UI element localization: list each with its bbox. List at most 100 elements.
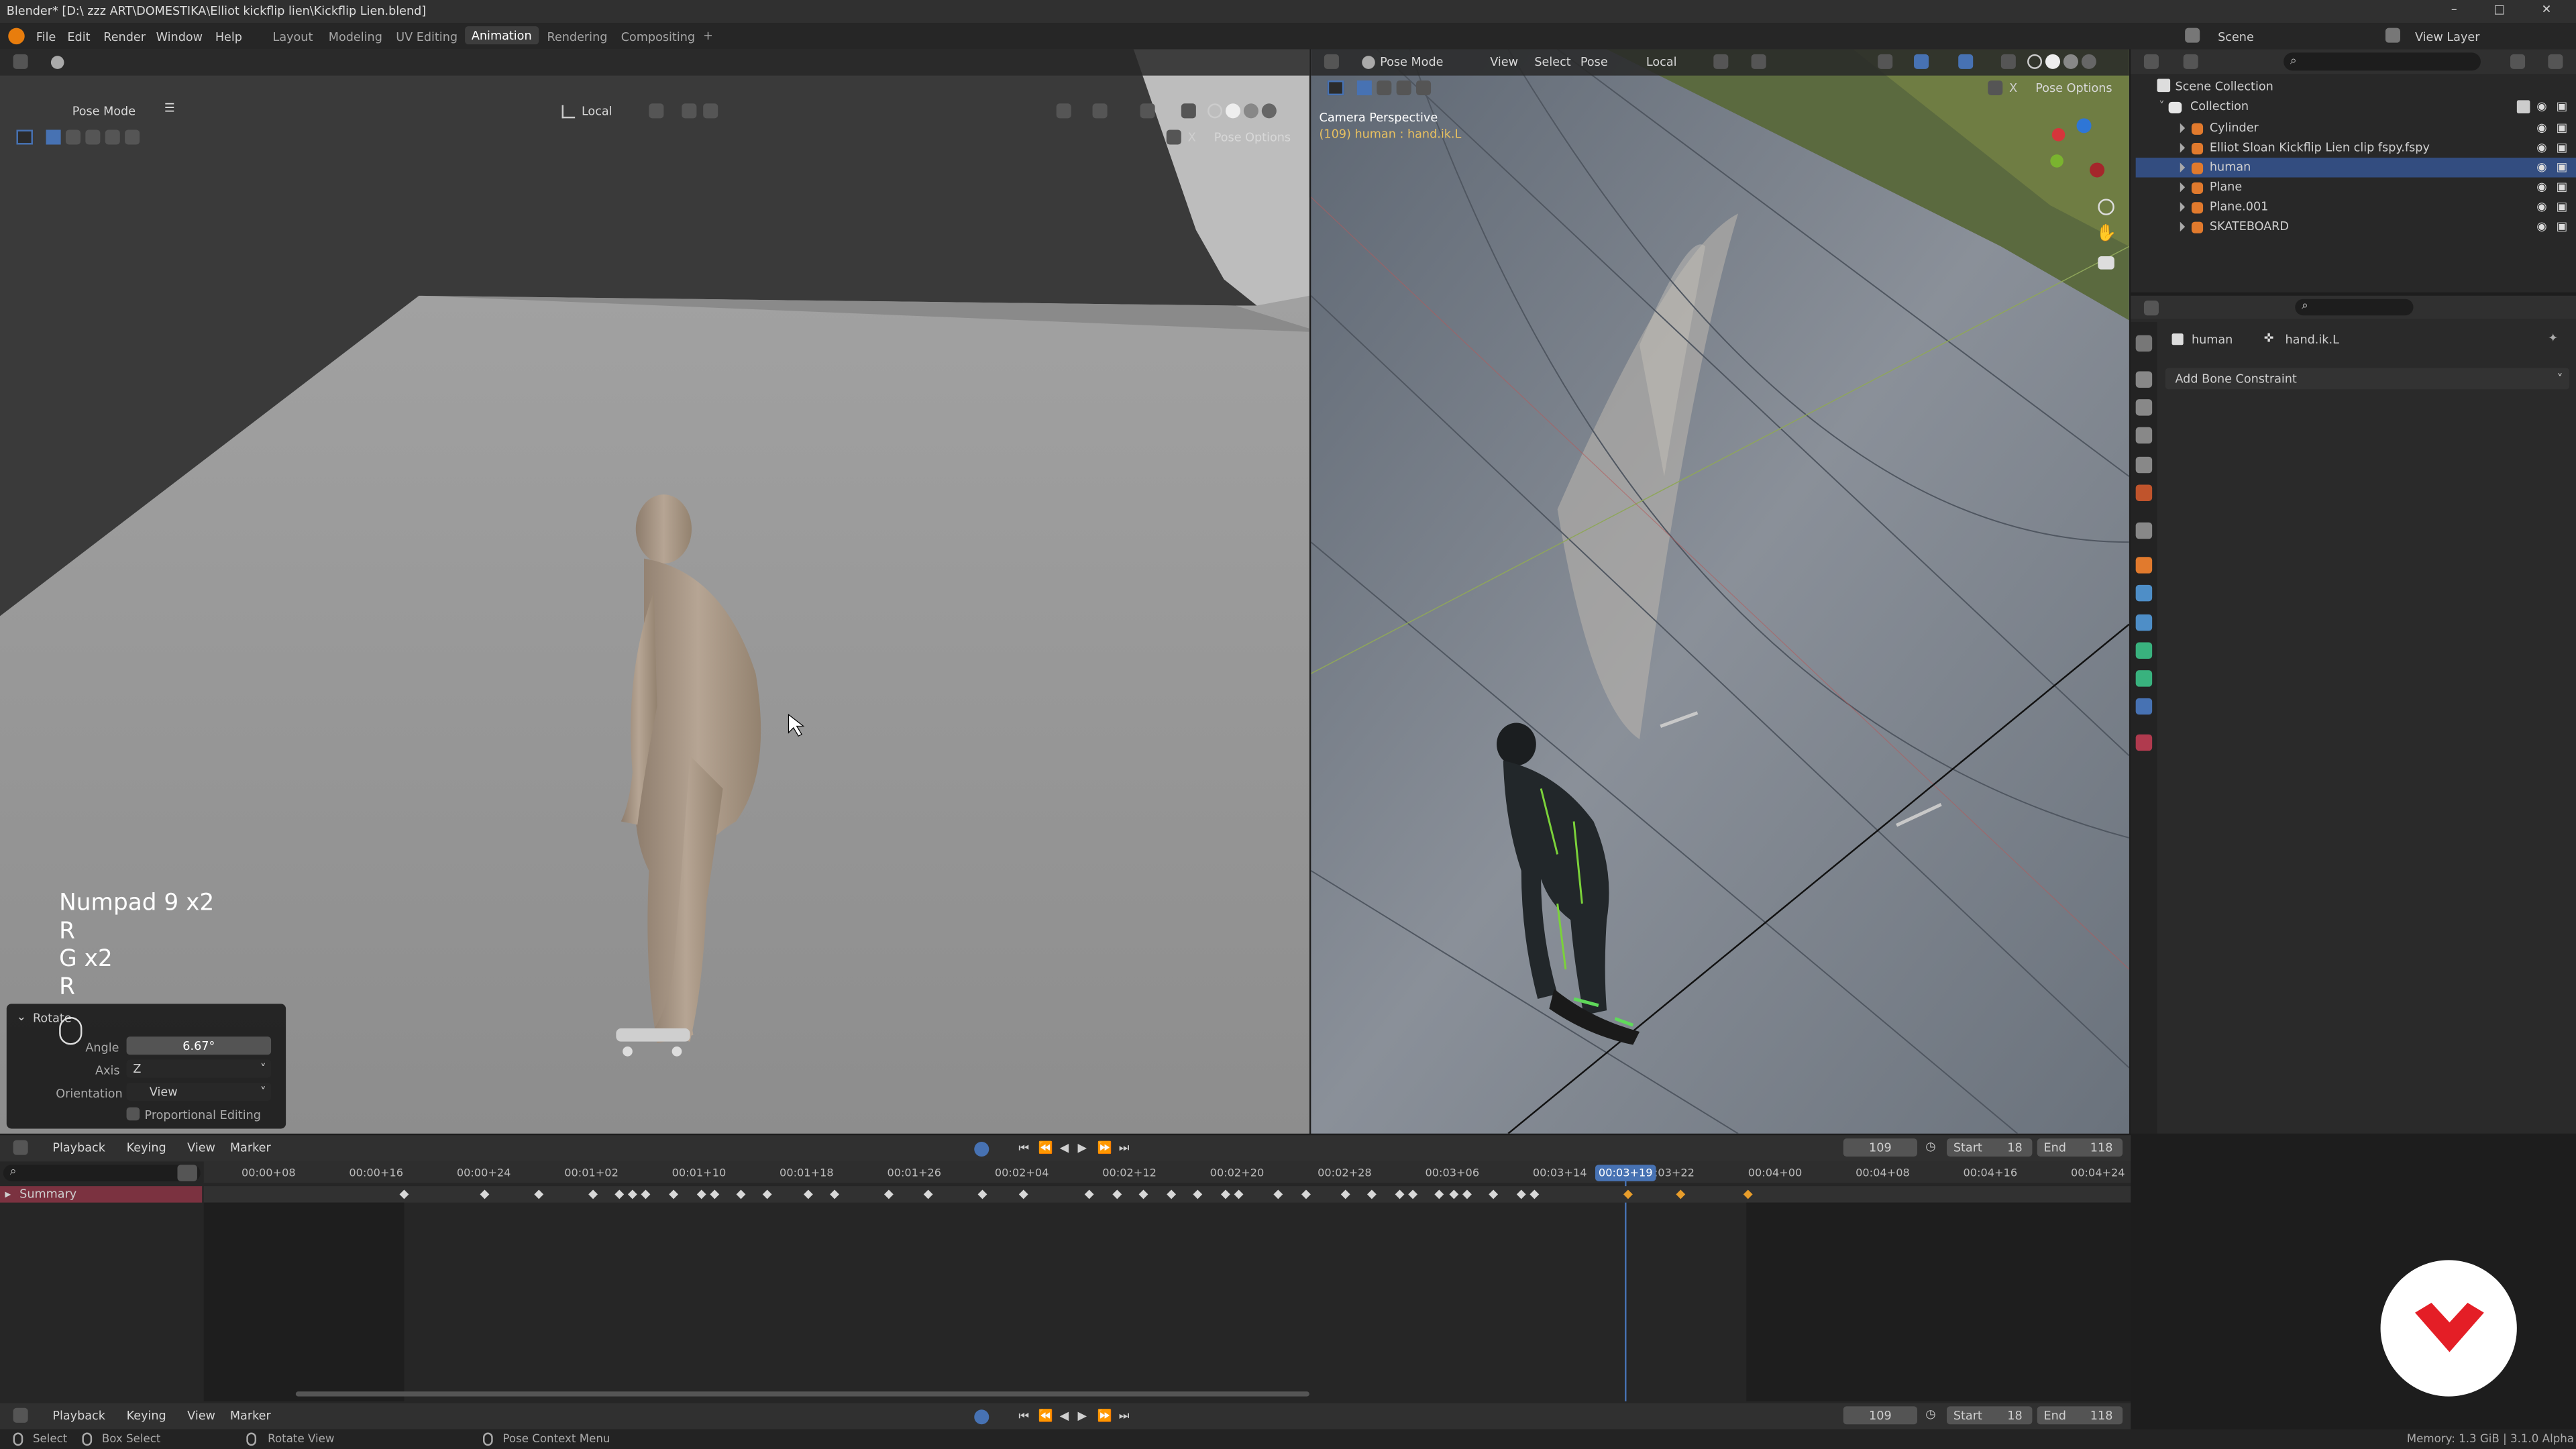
outliner-item[interactable]: Elliot Sloan Kickflip Lien clip fspy.fsp…	[2136, 138, 2576, 158]
auto-key-icon[interactable]	[974, 1409, 989, 1425]
tab-modeling[interactable]: Modeling	[329, 30, 382, 44]
viewport-gizmo-icon[interactable]	[1056, 103, 1071, 119]
dopesheet-menu-keying[interactable]: Keying	[120, 1138, 173, 1157]
constraint-tab-icon[interactable]	[2135, 642, 2153, 659]
horizontal-scrollbar[interactable]	[295, 1391, 1309, 1397]
mirror-icon[interactable]	[1166, 129, 1181, 145]
start-frame-field[interactable]: Start 18	[1947, 1406, 2033, 1425]
menu-help[interactable]: Help	[215, 30, 242, 44]
expand-icon[interactable]	[2180, 202, 2186, 212]
chevron-down-icon[interactable]: ⌄	[16, 1009, 26, 1024]
outliner-item[interactable]: human ◉ ▣	[2135, 158, 2576, 178]
current-frame-field[interactable]: 109	[1843, 1138, 1917, 1157]
eye-icon[interactable]: ◉	[2536, 177, 2546, 197]
box-select-invert-icon[interactable]	[105, 129, 120, 145]
data-tab-icon[interactable]	[2135, 670, 2153, 687]
eye-icon[interactable]: ◉	[2536, 197, 2546, 217]
next-key-icon[interactable]: ⏩	[1097, 1408, 1112, 1423]
snap-icon[interactable]	[682, 103, 697, 119]
expand-icon[interactable]: ▸	[5, 1186, 11, 1201]
exclude-checkbox[interactable]	[2516, 100, 2530, 113]
start-frame-field[interactable]: Start 18	[1947, 1138, 2033, 1157]
angle-field[interactable]: 6.67°	[126, 1036, 272, 1055]
box-select-extend-icon[interactable]	[1377, 80, 1392, 96]
right-mode-dropdown[interactable]: Pose Mode	[1373, 52, 1450, 70]
box-select-extend-icon[interactable]	[65, 129, 81, 145]
object-tab-icon[interactable]	[2135, 557, 2153, 574]
current-time-marker[interactable]: 00:03+19	[1595, 1165, 1656, 1181]
blender-logo-icon[interactable]	[8, 28, 25, 45]
box-select-new-icon[interactable]	[1356, 80, 1372, 96]
left-mode-dropdown[interactable]: Pose Mode	[66, 102, 142, 120]
new-collection-icon[interactable]	[2548, 54, 2563, 69]
end-frame-field[interactable]: End 118	[2037, 1406, 2123, 1425]
tab-uv-editing[interactable]: UV Editing	[396, 30, 458, 44]
shading-material-icon[interactable]	[2063, 54, 2078, 69]
add-workspace-icon[interactable]: +	[703, 28, 713, 43]
overlay-icon[interactable]	[1914, 54, 1929, 69]
tab-layout[interactable]: Layout	[273, 30, 313, 44]
pan-hand-icon[interactable]: ✋	[2096, 225, 2116, 244]
pivot-icon[interactable]	[1713, 54, 1729, 69]
prev-key-icon[interactable]: ⏪	[1038, 1408, 1053, 1423]
shading-rendered-icon[interactable]	[2081, 54, 2096, 69]
proportional-checkbox[interactable]	[126, 1107, 140, 1121]
view-layer-name[interactable]: View Layer	[2415, 30, 2479, 44]
shading-solid-icon[interactable]	[1225, 103, 1240, 119]
left-pose-options[interactable]: Pose Options	[1208, 128, 1297, 146]
box-select-intersect-icon[interactable]	[125, 129, 140, 145]
properties-search-input[interactable]: ⌕	[2295, 297, 2414, 316]
editor-type-icon[interactable]	[13, 54, 28, 69]
jump-end-icon[interactable]: ⏭	[1119, 1408, 1130, 1424]
pin-icon[interactable]: ✦	[2548, 330, 2558, 345]
expand-icon[interactable]	[2180, 143, 2186, 153]
jump-start-icon[interactable]: ⏮	[1018, 1408, 1029, 1424]
menu-edit[interactable]: Edit	[67, 30, 90, 44]
end-frame-field[interactable]: End 118	[2037, 1138, 2123, 1157]
scene-name[interactable]: Scene	[2218, 30, 2254, 44]
play-icon[interactable]: ▶	[1078, 1408, 1087, 1423]
expand-icon[interactable]	[2180, 182, 2186, 193]
maximize-icon[interactable]: □	[2494, 1, 2506, 16]
shading-material-icon[interactable]	[1243, 103, 1258, 119]
display-mode-icon[interactable]	[2183, 54, 2198, 69]
toggle-xray-icon[interactable]	[1181, 103, 1196, 119]
dopesheet-menu-view[interactable]: View	[180, 1138, 221, 1157]
timeline-editor-icon[interactable]	[13, 1407, 28, 1423]
box-select-new-icon[interactable]	[46, 129, 61, 145]
axis-dropdown[interactable]: Z ˅	[126, 1059, 272, 1078]
right-menu-select[interactable]: Select	[1528, 52, 1578, 70]
camera-render-icon[interactable]: ▣	[2557, 118, 2568, 138]
right-menu-pose[interactable]: Pose	[1574, 52, 1614, 70]
select-mode-icon[interactable]	[1327, 80, 1344, 96]
overlay-icon[interactable]	[1092, 103, 1108, 119]
expand-icon[interactable]	[2180, 123, 2186, 133]
axis-negx-icon[interactable]	[2090, 162, 2105, 178]
world-tab-icon[interactable]	[2135, 484, 2153, 501]
shading-solid-icon[interactable]	[2045, 54, 2061, 69]
collection-row[interactable]: ˅ Collection ◉ ▣	[2136, 97, 2576, 116]
eye-icon[interactable]: ◉	[2536, 138, 2546, 158]
menu-window[interactable]: Window	[156, 30, 203, 44]
left-viewport[interactable]: Pose Mode ☰ Local X Pose Options Numpad …	[0, 49, 1309, 1134]
scene-collection-label[interactable]: Scene Collection	[2136, 77, 2576, 97]
scene-tab-icon[interactable]	[2135, 456, 2153, 474]
expand-icon[interactable]	[2180, 221, 2186, 232]
mirror-icon[interactable]	[1988, 80, 2003, 96]
auto-key-icon[interactable]	[974, 1142, 989, 1157]
clock-icon[interactable]: ◷	[1925, 1138, 1935, 1153]
outliner-item[interactable]: SKATEBOARD ◉ ▣	[2136, 217, 2576, 236]
right-orientation-dropdown[interactable]: Local	[1640, 52, 1683, 70]
view-layer-tab-icon[interactable]	[2135, 427, 2153, 444]
clock-icon[interactable]: ◷	[1925, 1406, 1935, 1421]
navigation-gizmo[interactable]	[2034, 115, 2116, 197]
box-select-subtract-icon[interactable]	[85, 129, 101, 145]
dopesheet-editor-icon[interactable]	[13, 1140, 28, 1155]
hamburger-icon[interactable]: ☰	[164, 100, 175, 115]
close-icon[interactable]: ✕	[2542, 1, 2552, 16]
xray-icon[interactable]	[1958, 54, 1974, 69]
texture-tab-icon[interactable]	[2135, 734, 2153, 751]
timeline-menu-keying[interactable]: Keying	[120, 1406, 173, 1424]
eye-icon[interactable]: ◉	[2536, 118, 2546, 138]
render-tab-icon[interactable]	[2135, 371, 2153, 388]
